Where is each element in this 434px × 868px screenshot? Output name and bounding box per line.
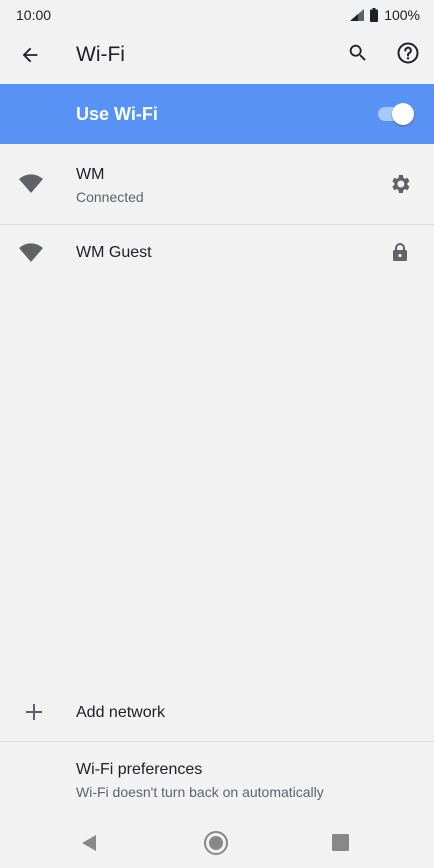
lock-icon bbox=[392, 242, 408, 267]
plus-icon bbox=[24, 702, 44, 727]
preferences-subtitle: Wi-Fi doesn't turn back on automatically bbox=[76, 784, 324, 800]
nav-home-icon[interactable] bbox=[204, 831, 228, 860]
app-bar: Wi-Fi bbox=[0, 30, 434, 84]
wifi-preferences-item[interactable]: Wi-Fi preferences Wi-Fi doesn't turn bac… bbox=[0, 742, 434, 818]
network-item-wm[interactable]: WM Connected bbox=[0, 144, 434, 224]
use-wifi-switch-bar[interactable]: Use Wi-Fi bbox=[0, 84, 434, 144]
nav-back-icon[interactable] bbox=[80, 834, 98, 857]
network-name: WM bbox=[76, 166, 105, 183]
search-icon bbox=[347, 42, 369, 69]
battery-percent: 100% bbox=[384, 7, 420, 23]
status-time: 10:00 bbox=[16, 7, 52, 23]
wifi-signal-icon bbox=[18, 172, 44, 199]
page-title: Wi-Fi bbox=[76, 43, 125, 66]
add-network-item[interactable]: Add network bbox=[0, 686, 434, 740]
signal-icon bbox=[350, 9, 365, 21]
back-button[interactable] bbox=[10, 37, 50, 77]
use-wifi-toggle[interactable] bbox=[378, 103, 414, 125]
status-bar: 10:00 100% bbox=[0, 0, 434, 30]
back-arrow-icon bbox=[19, 44, 41, 71]
use-wifi-label: Use Wi-Fi bbox=[76, 103, 158, 124]
add-network-label: Add network bbox=[76, 704, 165, 721]
help-icon bbox=[396, 41, 420, 70]
gear-icon[interactable] bbox=[388, 172, 412, 201]
preferences-title: Wi-Fi preferences bbox=[76, 761, 203, 778]
search-button[interactable] bbox=[338, 35, 378, 75]
help-button[interactable] bbox=[388, 35, 428, 75]
battery-icon bbox=[370, 8, 379, 22]
network-item-wm-guest[interactable]: WM Guest bbox=[0, 225, 434, 281]
wifi-signal-icon bbox=[18, 241, 44, 268]
system-nav-bar bbox=[0, 818, 434, 868]
nav-recents-icon[interactable] bbox=[332, 834, 349, 856]
status-icons: 100% bbox=[350, 7, 420, 23]
network-status: Connected bbox=[76, 189, 144, 205]
network-name: WM Guest bbox=[76, 244, 152, 261]
